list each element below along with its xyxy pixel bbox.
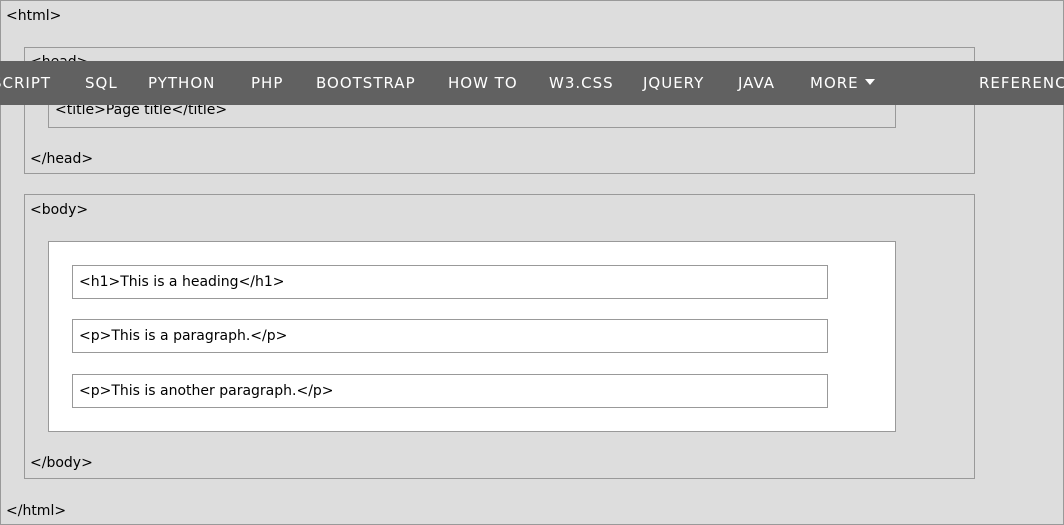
nav-item-references[interactable]: REFERENC bbox=[979, 61, 1064, 105]
body-open-tag: <body> bbox=[30, 202, 89, 218]
paragraph2-element-box: <p>This is another paragraph.</p> bbox=[72, 374, 828, 408]
nav-item-java[interactable]: JAVA bbox=[738, 61, 775, 105]
html-close-tag: </html> bbox=[6, 503, 67, 519]
nav-item-how-to[interactable]: HOW TO bbox=[448, 61, 518, 105]
heading-element-box: <h1>This is a heading</h1> bbox=[72, 265, 828, 299]
paragraph-element-box: <p>This is a paragraph.</p> bbox=[72, 319, 828, 353]
nav-item-javascript[interactable]: SCRIPT bbox=[0, 61, 51, 105]
html-open-tag: <html> bbox=[6, 8, 62, 24]
nav-item-w3css[interactable]: W3.CSS bbox=[549, 61, 614, 105]
top-navigation-bar: SCRIPT SQL PYTHON PHP BOOTSTRAP HOW TO W… bbox=[0, 61, 1064, 105]
head-close-tag: </head> bbox=[30, 151, 94, 167]
nav-item-python[interactable]: PYTHON bbox=[148, 61, 215, 105]
body-close-tag: </body> bbox=[30, 455, 93, 471]
nav-item-jquery[interactable]: JQUERY bbox=[643, 61, 704, 105]
nav-item-bootstrap[interactable]: BOOTSTRAP bbox=[316, 61, 416, 105]
nav-item-php[interactable]: PHP bbox=[251, 61, 283, 105]
paragraph2-element-label: <p>This is another paragraph.</p> bbox=[79, 383, 334, 399]
caret-down-icon bbox=[864, 78, 875, 85]
paragraph-element-label: <p>This is a paragraph.</p> bbox=[79, 328, 288, 344]
heading-element-label: <h1>This is a heading</h1> bbox=[79, 274, 285, 290]
nav-item-more[interactable]: MORE bbox=[810, 61, 875, 105]
nav-item-more-label: MORE bbox=[810, 74, 859, 92]
nav-item-sql[interactable]: SQL bbox=[85, 61, 118, 105]
